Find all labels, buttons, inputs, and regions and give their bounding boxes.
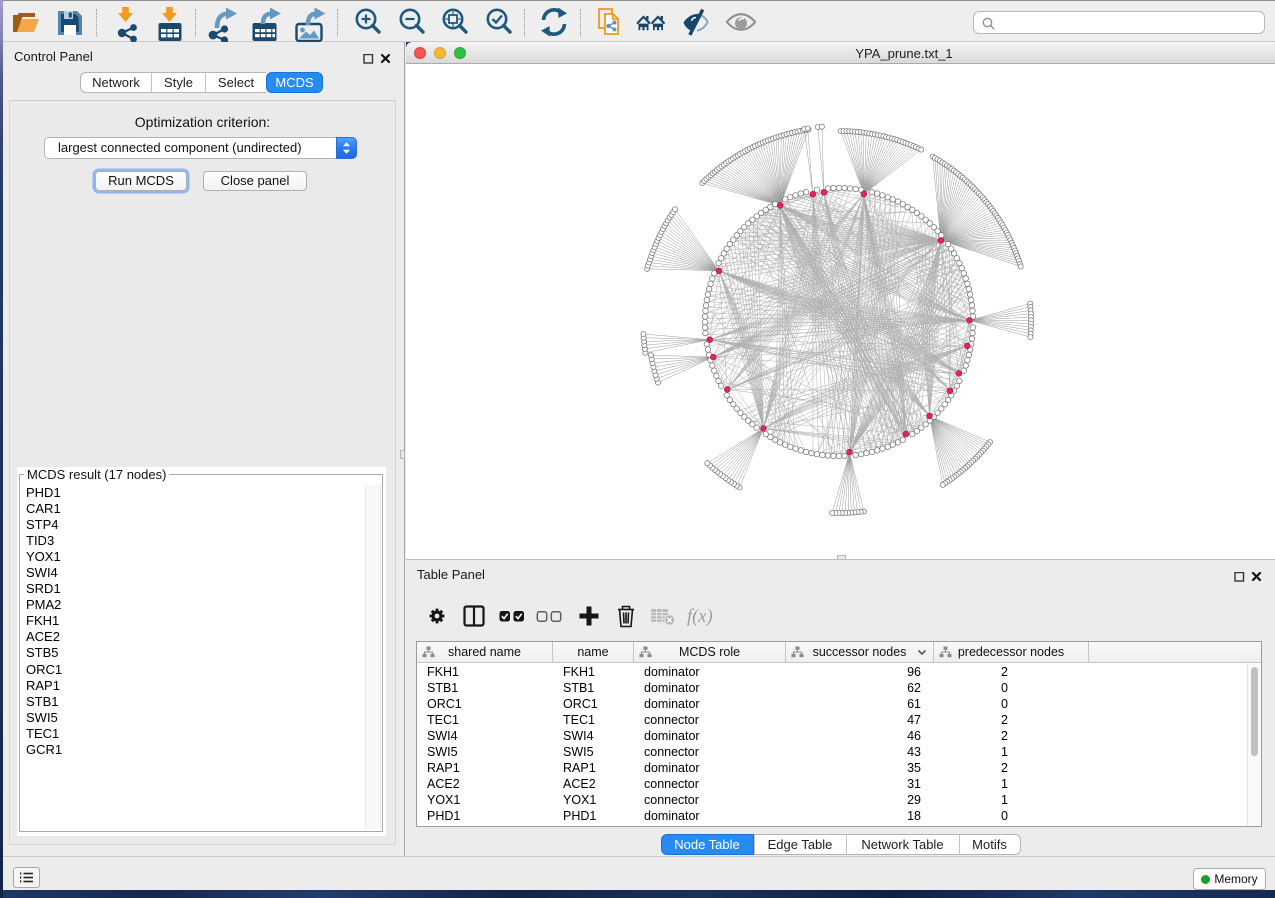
svg-text:f(x): f(x) [687,607,713,627]
